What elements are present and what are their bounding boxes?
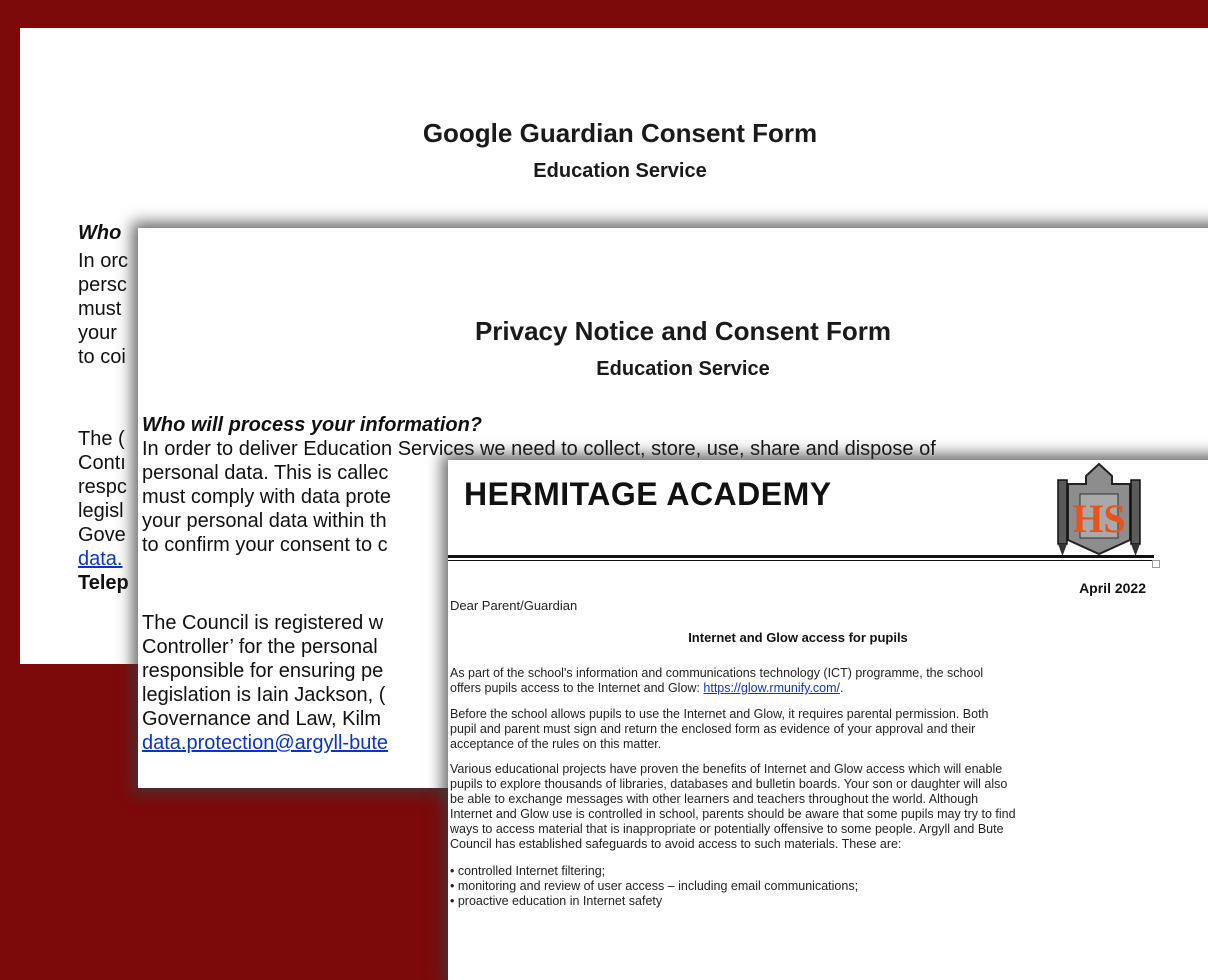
privacy-line: must comply with data prote <box>142 486 391 508</box>
google-line: Gove <box>78 524 126 546</box>
paragraph-line: be able to exchange messages with other … <box>450 792 979 806</box>
privacy-line: personal data. This is callec <box>142 462 389 484</box>
privacy-line: In order to deliver Education Services w… <box>142 438 936 460</box>
privacy-email-link[interactable]: data.protection@argyll-bute <box>142 732 388 755</box>
paragraph-line: offers pupils access to the Internet and… <box>450 681 844 696</box>
paragraph-line: Council has established safeguards to av… <box>450 837 902 851</box>
privacy-form-title: Privacy Notice and Consent Form <box>474 316 892 346</box>
paragraph-line: pupils to explore thousands of libraries… <box>450 777 1008 791</box>
google-form-subtitle: Education Service <box>533 160 707 182</box>
resize-handle[interactable] <box>1152 560 1160 568</box>
google-form-title: Google Guardian Consent Form <box>422 118 818 148</box>
header-rule-thin <box>448 560 1154 561</box>
paragraph-line: Internet and Glow use is controlled in s… <box>450 807 1016 821</box>
paragraph-text: . <box>840 681 844 695</box>
google-line: legisl <box>78 500 124 522</box>
bullet-item: • monitoring and review of user access –… <box>450 879 859 893</box>
google-line: to coi <box>78 346 126 368</box>
paragraph-line: Before the school allows pupils to use t… <box>450 707 989 721</box>
paragraph-line: ways to access material that is inapprop… <box>450 822 1004 836</box>
letter-date: April 2022 <box>1079 580 1146 596</box>
privacy-line: The Council is registered w <box>142 612 384 634</box>
privacy-line: legislation is Iain Jackson, ( <box>142 684 386 706</box>
header-rule <box>448 555 1154 558</box>
google-line: Contı <box>78 452 126 474</box>
privacy-form-subtitle: Education Service <box>596 358 770 380</box>
privacy-line: to confirm your consent to c <box>142 534 388 556</box>
privacy-line: your personal data within th <box>142 510 387 532</box>
google-line: respc <box>78 476 127 498</box>
hermitage-letter-document: HERMITAGE ACADEMY HS April 2022 Dear Par… <box>448 460 1208 980</box>
google-line: persc <box>78 274 127 296</box>
school-crest-logo: HS <box>1057 462 1141 556</box>
bullet-item: • controlled Internet filtering; <box>450 864 606 878</box>
privacy-line: Controller’ for the personal <box>142 636 378 658</box>
google-telephone-label: Telep <box>78 572 129 594</box>
google-line: In orc <box>78 250 129 272</box>
school-name: HERMITAGE ACADEMY <box>464 476 832 512</box>
letter-salutation: Dear Parent/Guardian <box>450 598 578 613</box>
paragraph-line: As part of the school's information and … <box>450 666 984 680</box>
google-email-link[interactable]: data. <box>78 548 122 571</box>
google-heading-fragment: Who <box>78 222 122 244</box>
google-line: The ( <box>78 428 125 450</box>
paragraph-line: pupil and parent must sign and return th… <box>450 722 976 736</box>
privacy-line: Governance and Law, Kilm <box>142 708 382 730</box>
privacy-line: responsible for ensuring pe <box>142 660 384 682</box>
paragraph-line: acceptance of the rules on this matter. <box>450 737 662 751</box>
google-line: your <box>78 322 117 344</box>
privacy-section-heading: Who will process your information? <box>142 414 483 436</box>
letter-subject: Internet and Glow access for pupils <box>688 630 908 645</box>
glow-link[interactable]: https://glow.rmunify.com/ <box>703 681 840 695</box>
paragraph-text: offers pupils access to the Internet and… <box>450 681 704 695</box>
paragraph-line: Various educational projects have proven… <box>450 762 1003 776</box>
bullet-item: • proactive education in Internet safety <box>450 894 663 908</box>
crest-letters: HS <box>1072 496 1125 541</box>
google-line: must <box>78 298 122 320</box>
